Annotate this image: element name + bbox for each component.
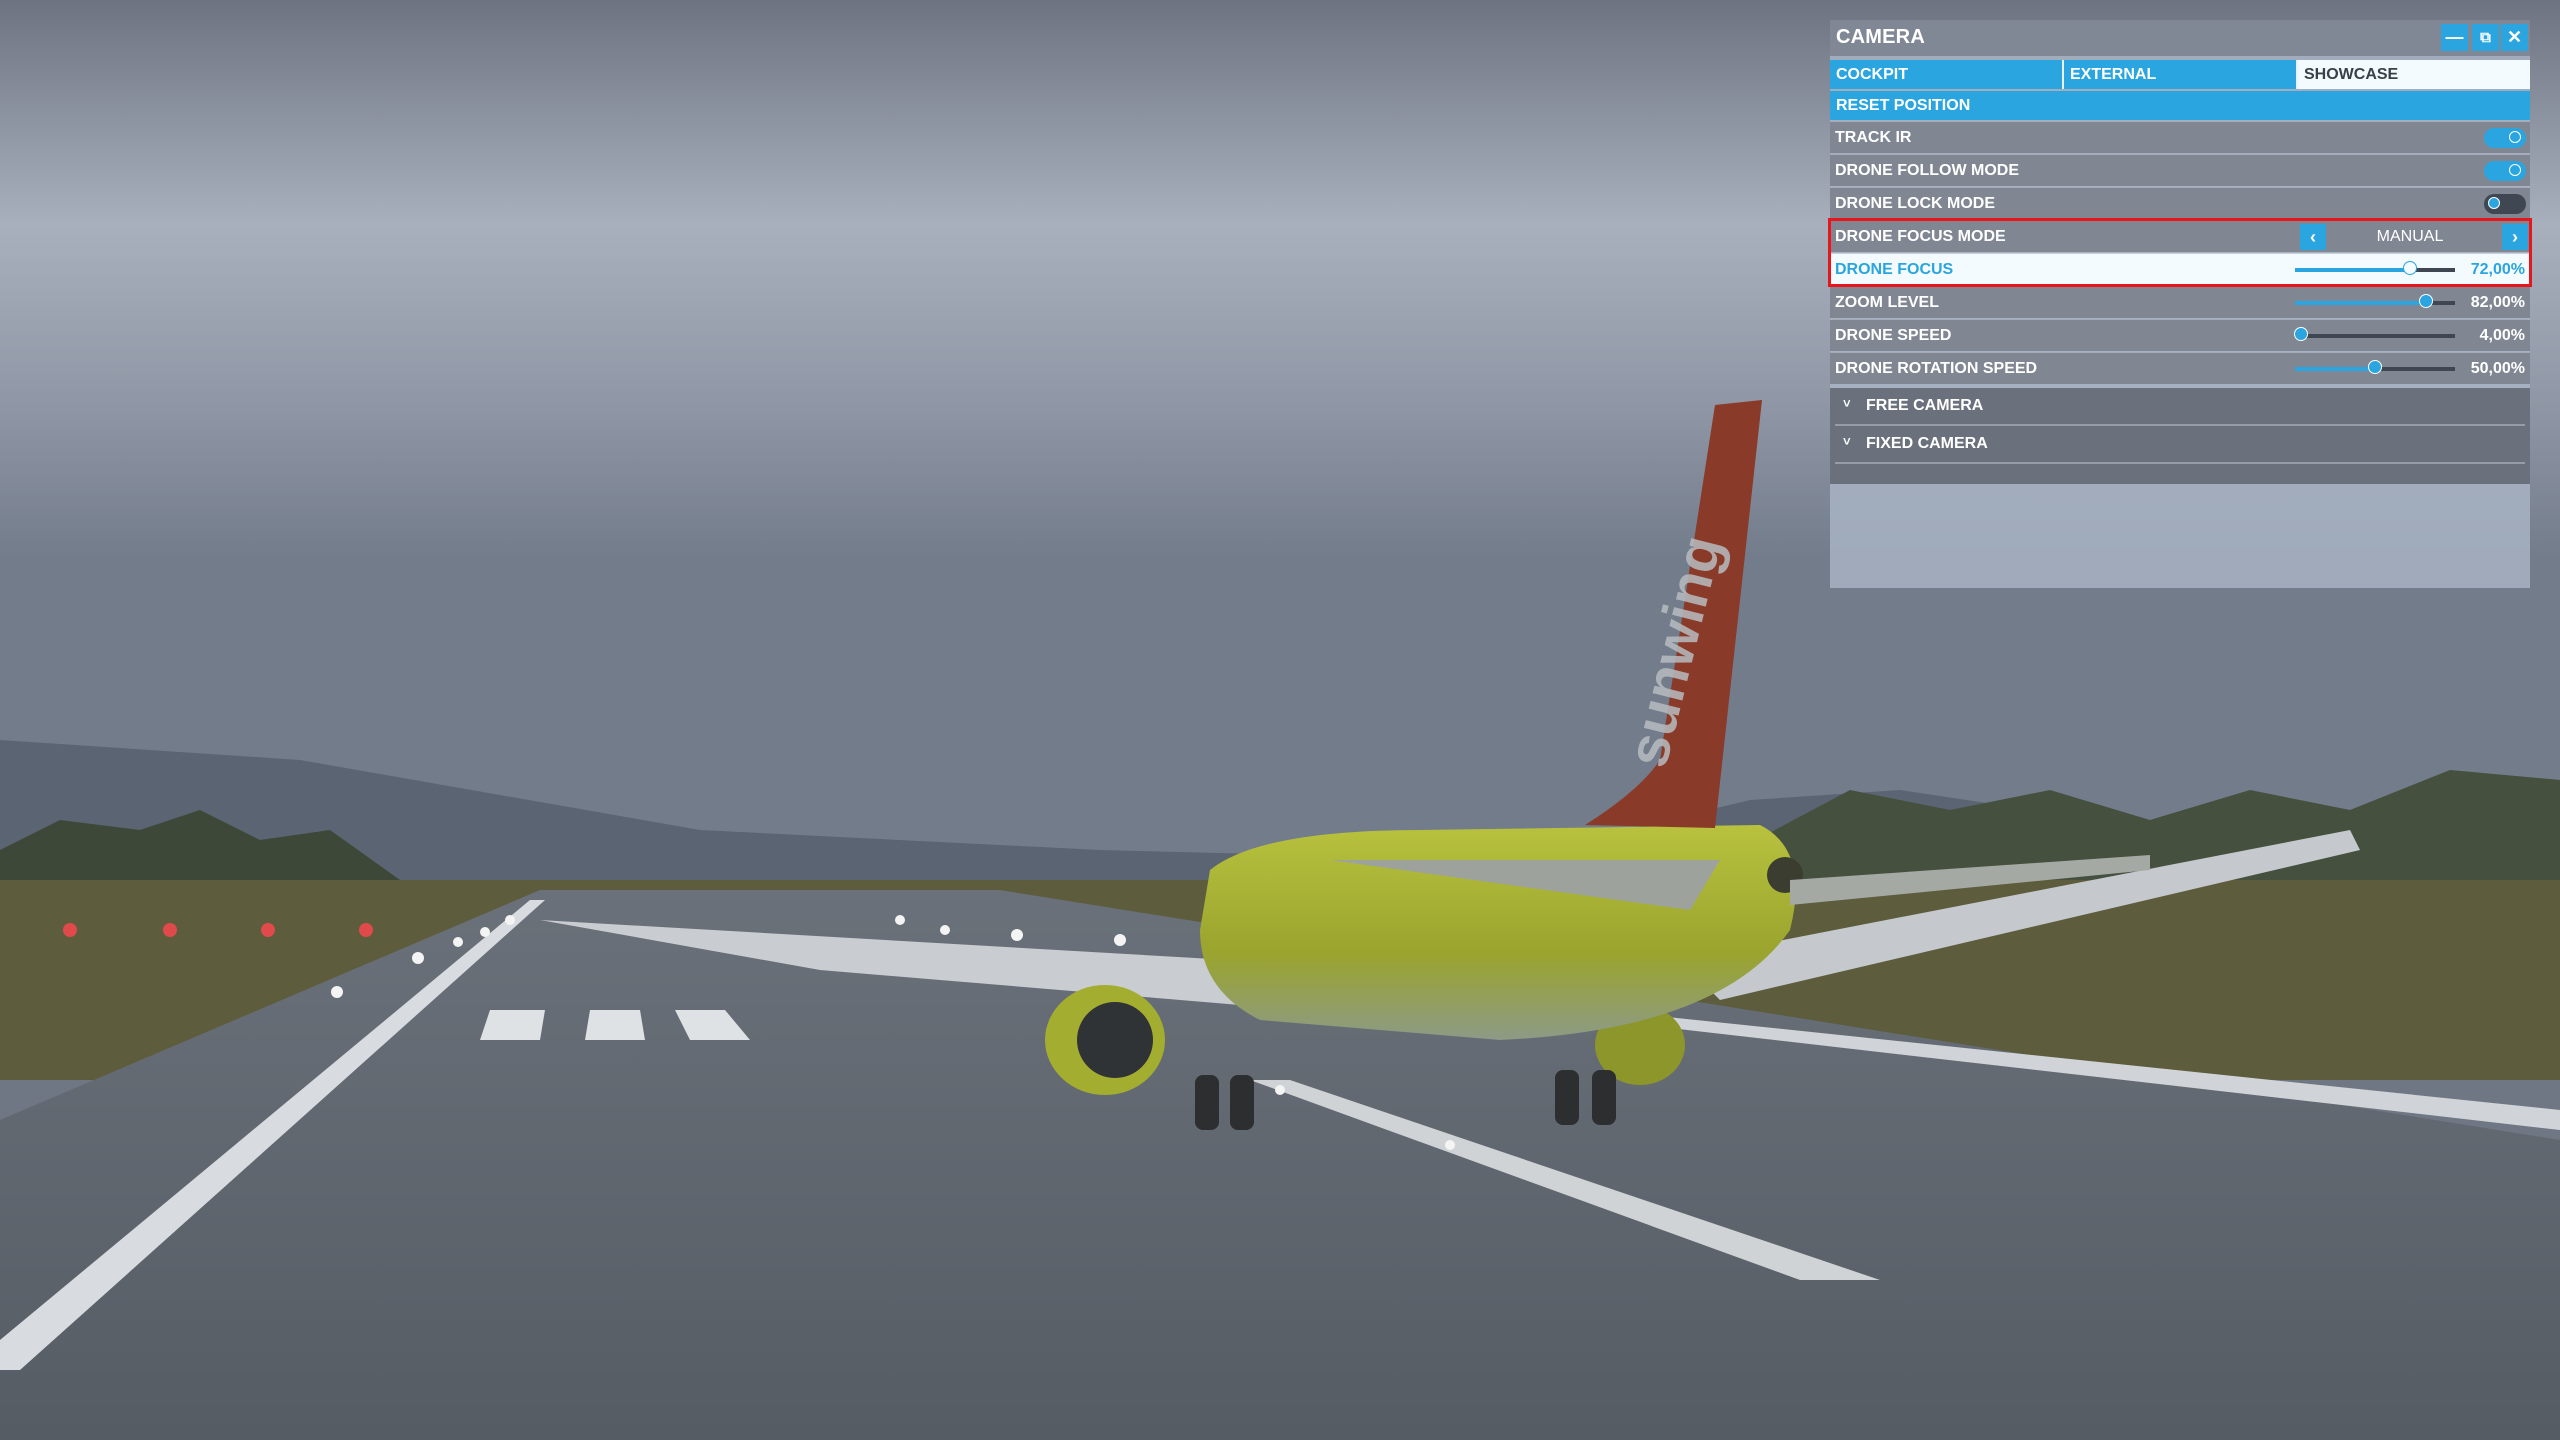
popout-button[interactable]: ⧉	[2472, 24, 2499, 51]
tab-external[interactable]: EXTERNAL	[2064, 60, 2298, 89]
drone-focus-row[interactable]: DRONE FOCUS 72,00%	[1830, 253, 2530, 285]
drone-focus-mode-row[interactable]: DRONE FOCUS MODE ‹ MANUAL ›	[1830, 220, 2530, 252]
track-ir-row[interactable]: TRACK IR	[1830, 121, 2530, 153]
focus-mode-value: MANUAL	[2376, 228, 2444, 245]
toggle-knob	[2488, 197, 2500, 209]
chevron-right-icon: ›	[2512, 226, 2518, 247]
zoom-level-row[interactable]: ZOOM LEVEL 82,00%	[1830, 286, 2530, 318]
focus-mode-prev-button[interactable]: ‹	[2300, 224, 2326, 250]
drone-speed-row[interactable]: DRONE SPEED 4,00%	[1830, 319, 2530, 351]
panel-title: CAMERA	[1836, 26, 1925, 48]
track-ir-label: TRACK IR	[1835, 129, 1912, 146]
drone-rotation-speed-label: DRONE ROTATION SPEED	[1835, 360, 2038, 377]
slider-fill	[2295, 301, 2427, 305]
drone-follow-mode-row[interactable]: DRONE FOLLOW MODE	[1830, 154, 2530, 186]
threshold-mark	[585, 1010, 645, 1040]
drone-speed-label: DRONE SPEED	[1835, 327, 1952, 344]
slider-fill	[2295, 268, 2411, 272]
slider-thumb[interactable]	[2368, 360, 2382, 374]
zoom-level-value: 82,00%	[2470, 294, 2525, 311]
slider-thumb[interactable]	[2294, 327, 2309, 341]
popout-icon: ⧉	[2480, 29, 2491, 46]
drone-focus-label: DRONE FOCUS	[1835, 261, 1954, 278]
collapsed-sections: ˅ FREE CAMERA ˅ FIXED CAMERA	[1830, 388, 2530, 484]
close-icon: ✕	[2506, 27, 2523, 47]
reset-position-button[interactable]: RESET POSITION	[1830, 91, 2530, 120]
drone-rotation-speed-row[interactable]: DRONE ROTATION SPEED 50,00%	[1830, 352, 2530, 384]
chevron-down-icon: ˅	[1843, 396, 1851, 411]
fixed-camera-section[interactable]: ˅ FIXED CAMERA	[1835, 426, 2525, 464]
slider-fill	[2295, 367, 2375, 371]
drone-focus-slider[interactable]	[2295, 261, 2455, 275]
drone-focus-value: 72,00%	[2470, 261, 2525, 278]
track-ir-toggle[interactable]	[2484, 128, 2526, 148]
free-camera-section[interactable]: ˅ FREE CAMERA	[1835, 388, 2525, 426]
tab-showcase[interactable]: SHOWCASE	[2298, 60, 2530, 89]
toggle-knob	[2509, 164, 2521, 176]
minimize-button[interactable]: —	[2441, 24, 2468, 51]
toggle-knob	[2509, 131, 2521, 143]
free-camera-label: FREE CAMERA	[1866, 397, 1984, 414]
fixed-camera-label: FIXED CAMERA	[1866, 435, 1988, 452]
camera-tabs: COCKPIT EXTERNAL SHOWCASE	[1830, 60, 2530, 89]
chevron-down-icon: ˅	[1843, 434, 1851, 449]
drone-lock-mode-row[interactable]: DRONE LOCK MODE	[1830, 187, 2530, 219]
drone-rotation-speed-value: 50,00%	[2470, 360, 2525, 377]
zoom-level-slider[interactable]	[2295, 294, 2455, 308]
camera-panel: CAMERA — ⧉ ✕ COCKPIT EXTERNAL SHOWCASE R…	[1828, 20, 2532, 588]
drone-follow-mode-label: DRONE FOLLOW MODE	[1835, 162, 2019, 179]
drone-follow-mode-toggle[interactable]	[2484, 161, 2526, 181]
tab-cockpit[interactable]: COCKPIT	[1830, 60, 2064, 89]
panel-titlebar[interactable]: CAMERA — ⧉ ✕	[1830, 20, 2530, 56]
slider-thumb[interactable]	[2403, 261, 2418, 275]
drone-lock-mode-label: DRONE LOCK MODE	[1835, 195, 1995, 212]
drone-rotation-speed-slider[interactable]	[2295, 360, 2455, 374]
slider-thumb[interactable]	[2419, 294, 2434, 308]
minimize-icon: —	[2445, 27, 2464, 47]
chevron-left-icon: ‹	[2310, 226, 2316, 247]
drone-speed-slider[interactable]	[2294, 327, 2455, 341]
drone-focus-mode-label: DRONE FOCUS MODE	[1835, 228, 2006, 245]
focus-mode-next-button[interactable]: ›	[2502, 224, 2528, 250]
drone-lock-mode-toggle[interactable]	[2484, 194, 2526, 214]
drone-speed-value: 4,00%	[2479, 327, 2525, 344]
close-button[interactable]: ✕	[2501, 24, 2528, 51]
zoom-level-label: ZOOM LEVEL	[1835, 294, 1939, 311]
threshold-mark	[480, 1010, 545, 1040]
